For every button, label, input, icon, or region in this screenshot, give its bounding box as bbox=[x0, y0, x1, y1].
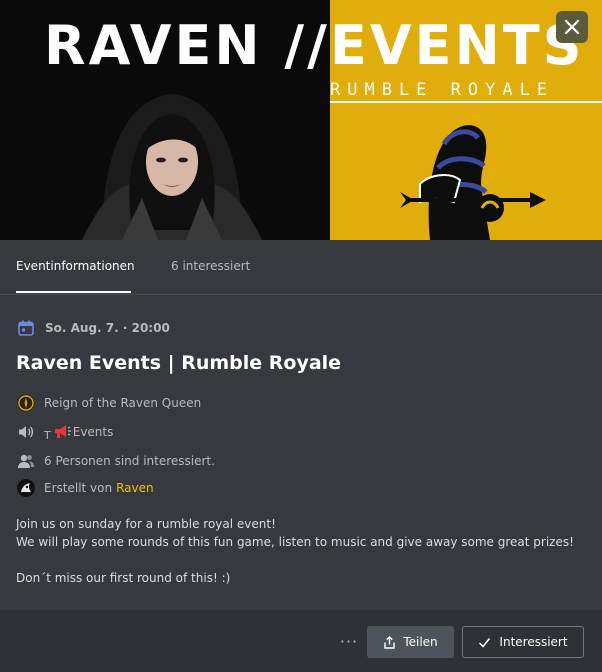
server-name[interactable]: Reign of the Raven Queen bbox=[44, 396, 201, 410]
speaker-icon bbox=[19, 426, 34, 438]
share-label: Teilen bbox=[403, 635, 438, 649]
created-by-label: Erstellt von bbox=[44, 481, 113, 495]
more-options-button[interactable]: ··· bbox=[338, 630, 360, 652]
tab-interested[interactable]: 6 interessiert bbox=[171, 259, 250, 273]
description-line: Don´t miss our first round of this! :) bbox=[16, 571, 231, 585]
event-footer: ··· Teilen Interessiert bbox=[0, 610, 602, 672]
creator-name[interactable]: Raven bbox=[116, 481, 154, 495]
server-icon bbox=[17, 394, 35, 412]
event-title: Raven Events | Rumble Royale bbox=[16, 352, 342, 374]
channel-prefix: T bbox=[44, 428, 51, 442]
event-description: Join us on sunday for a rumble royal eve… bbox=[16, 515, 586, 587]
interested-label: Interessiert bbox=[499, 635, 568, 649]
description-line: We will play some rounds of this fun gam… bbox=[16, 535, 574, 549]
banner-subtitle: RUMBLE ROYALE bbox=[330, 80, 555, 100]
more-icon: ··· bbox=[339, 631, 359, 651]
creator-avatar bbox=[17, 479, 35, 497]
interested-count: 6 Personen sind interessiert. bbox=[44, 454, 215, 468]
banner-subtitle-rule bbox=[330, 101, 602, 103]
banner-title-right: EVENTS bbox=[330, 14, 585, 77]
event-interested-row: 6 Personen sind interessiert. bbox=[17, 451, 215, 471]
banner-title-left: RAVEN // bbox=[44, 14, 330, 77]
event-server-row: Reign of the Raven Queen bbox=[17, 393, 201, 413]
calendar-icon bbox=[18, 320, 34, 336]
share-button[interactable]: Teilen bbox=[367, 626, 454, 658]
event-creator-row: Erstellt von Raven bbox=[17, 478, 154, 498]
people-icon bbox=[18, 454, 34, 468]
event-date: So. Aug. 7. · 20:00 bbox=[45, 321, 170, 335]
event-channel-row: T Events bbox=[17, 422, 113, 442]
close-button[interactable] bbox=[556, 11, 588, 43]
checkmark-icon bbox=[479, 637, 491, 648]
description-line: Join us on sunday for a rumble royal eve… bbox=[16, 517, 276, 531]
event-banner: RAVEN // EVENTS RUMBLE ROYALE bbox=[0, 0, 602, 240]
event-tabs: Eventinformationen 6 interessiert bbox=[0, 240, 602, 295]
megaphone-icon bbox=[54, 425, 71, 438]
tab-event-information[interactable]: Eventinformationen bbox=[16, 259, 135, 273]
close-icon bbox=[564, 19, 580, 35]
share-icon bbox=[384, 635, 396, 649]
knight-logo-icon bbox=[400, 125, 546, 240]
channel-name[interactable]: Events bbox=[73, 425, 114, 439]
event-date-row: So. Aug. 7. · 20:00 bbox=[17, 318, 170, 338]
active-tab-indicator bbox=[16, 291, 131, 293]
banner-portrait-image bbox=[82, 94, 262, 240]
interested-button[interactable]: Interessiert bbox=[462, 626, 584, 658]
